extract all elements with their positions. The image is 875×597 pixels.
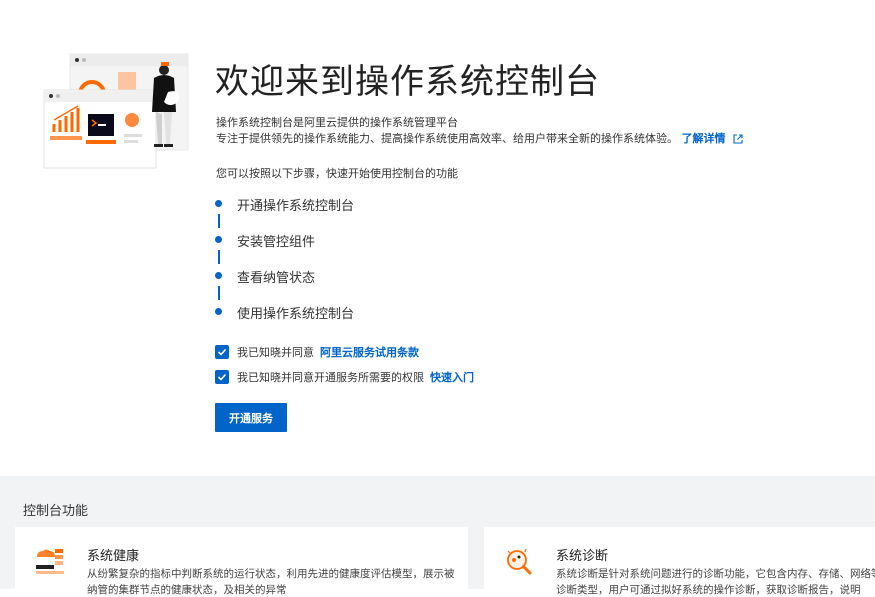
checkmark-icon bbox=[217, 348, 227, 356]
diagnosis-icon bbox=[507, 548, 532, 575]
feature-card-system-diagnosis[interactable]: 系统诊断 系统诊断是针对系统问题进行的诊断功能，它包含内存、存储、网络等诊断类型… bbox=[484, 527, 875, 597]
welcome-illustration bbox=[43, 53, 189, 169]
quick-start-link[interactable]: 快速入门 bbox=[430, 369, 474, 385]
step-label: 使用操作系统控制台 bbox=[237, 307, 355, 322]
feature-description: 从纷繁复杂的指标中判断系统的运行状态，利用先进的健康度评估模型，展示被纳管的集群… bbox=[87, 568, 455, 596]
agreement-trial-terms: 我已知晓并同意 阿里云服务试用条款 bbox=[215, 344, 419, 360]
agreement-permissions: 我已知晓并同意开通服务所需要的权限 快速入门 bbox=[215, 369, 474, 385]
checkmark-icon bbox=[217, 373, 227, 381]
page-title: 欢迎来到操作系统控制台 bbox=[215, 62, 600, 102]
feature-title: 系统诊断 bbox=[556, 549, 609, 564]
step-dot bbox=[215, 200, 222, 207]
step-label: 查看纳管状态 bbox=[237, 271, 316, 286]
learn-more-link[interactable]: 了解详情 bbox=[682, 132, 726, 145]
intro-description: 操作系统控制台是阿里云提供的操作系统管理平台 专注于提供领先的操作系统能力、提高… bbox=[216, 115, 743, 147]
trial-terms-checkbox[interactable] bbox=[215, 345, 229, 359]
step-connector bbox=[218, 250, 220, 264]
intro-line-1: 操作系统控制台是阿里云提供的操作系统管理平台 bbox=[216, 116, 458, 129]
step-label: 安装管控组件 bbox=[237, 235, 316, 250]
steps-hint: 您可以按照以下步骤，快速开始使用控制台的功能 bbox=[216, 167, 458, 180]
intro-line-2-text: 专注于提供领先的操作系统能力、提高操作系统使用高效率、给用户带来全新的操作系统体… bbox=[216, 132, 678, 145]
section-title: 控制台功能 bbox=[23, 504, 89, 519]
feature-card-system-health[interactable]: 系统健康 从纷繁复杂的指标中判断系统的运行状态，利用先进的健康度评估模型，展示被… bbox=[15, 527, 468, 597]
agreement-text: 我已知晓并同意 bbox=[237, 346, 314, 359]
health-icon bbox=[36, 549, 64, 574]
step-dot bbox=[215, 308, 222, 315]
feature-description: 系统诊断是针对系统问题进行的诊断功能，它包含内存、存储、网络等诊断类型，用户可通… bbox=[556, 568, 875, 596]
external-link-icon bbox=[733, 134, 743, 144]
permissions-checkbox[interactable] bbox=[215, 370, 229, 384]
step-connector bbox=[218, 286, 220, 300]
step-label: 开通操作系统控制台 bbox=[237, 199, 355, 214]
feature-title: 系统健康 bbox=[87, 549, 140, 564]
intro-line-2: 专注于提供领先的操作系统能力、提高操作系统使用高效率、给用户带来全新的操作系统体… bbox=[216, 131, 743, 147]
console-features-section: 控制台功能 系统健康 从纷繁复杂的指标中判断系统的运行状态，利用先进的健康度评估… bbox=[0, 476, 875, 597]
open-service-button[interactable]: 开通服务 bbox=[215, 403, 287, 432]
step-dot bbox=[215, 272, 222, 279]
agreement-text: 我已知晓并同意开通服务所需要的权限 bbox=[237, 371, 424, 384]
step-connector bbox=[218, 214, 220, 228]
trial-terms-link[interactable]: 阿里云服务试用条款 bbox=[320, 344, 419, 360]
welcome-section: 欢迎来到操作系统控制台 操作系统控制台是阿里云提供的操作系统管理平台 专注于提供… bbox=[0, 0, 875, 476]
step-dot bbox=[215, 236, 222, 243]
